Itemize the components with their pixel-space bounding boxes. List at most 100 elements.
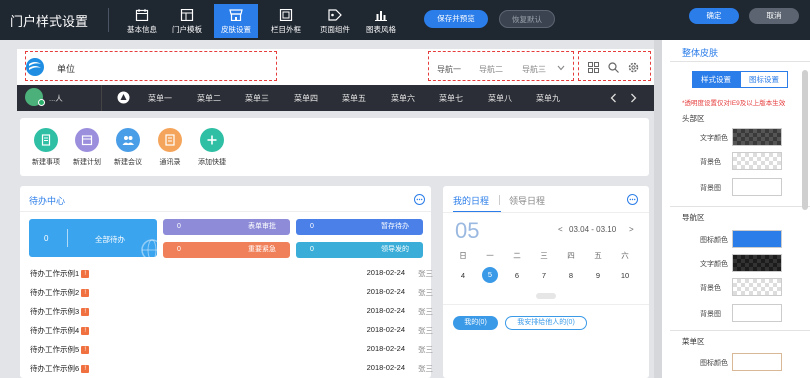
header-bg-color-swatch[interactable] bbox=[732, 152, 782, 170]
toolbar-label: 门户模板 bbox=[172, 25, 202, 34]
toolbar-label: 栏目外框 bbox=[271, 25, 301, 34]
row-user: 张三 bbox=[418, 364, 433, 373]
field-label: 图标颜色 bbox=[700, 360, 728, 367]
menu-item-6[interactable]: 菜单六 bbox=[391, 93, 415, 104]
toolbar-basic-info[interactable]: 基本信息 bbox=[120, 4, 164, 38]
row-user: 张三 bbox=[418, 288, 433, 297]
menu-item-2[interactable]: 菜单二 bbox=[197, 93, 221, 104]
contacts-icon bbox=[158, 128, 182, 152]
calendar-day[interactable]: 7 bbox=[536, 271, 552, 280]
calendar-day[interactable]: 8 bbox=[563, 271, 579, 280]
my-schedule-button[interactable]: 我的(0) bbox=[453, 316, 498, 330]
toolbar-portal-template[interactable]: 门户模板 bbox=[165, 4, 209, 38]
table-row[interactable]: 待办工作示例4! 2018-02-24 张三 bbox=[30, 325, 435, 337]
edit-region-nav[interactable] bbox=[428, 51, 574, 81]
calendar-day[interactable]: 4 bbox=[455, 271, 471, 280]
table-row[interactable]: 待办工作示例3! 2018-02-24 张三 bbox=[30, 306, 435, 318]
chevron-right-icon[interactable] bbox=[630, 93, 637, 103]
todo-title: 待办中心 bbox=[29, 196, 66, 206]
week-next[interactable]: > bbox=[629, 225, 634, 234]
toolbar-chart-style[interactable]: 图表风格 bbox=[359, 4, 403, 38]
confirm-button[interactable]: 确定 bbox=[689, 8, 739, 24]
menu-item-1[interactable]: 菜单一 bbox=[148, 93, 172, 104]
divider bbox=[20, 211, 431, 212]
header-text-color-swatch[interactable] bbox=[732, 128, 782, 146]
table-row[interactable]: 待办工作示例6! 2018-02-24 张三 bbox=[30, 363, 435, 375]
divider bbox=[67, 229, 68, 247]
toolbar-label: 皮肤设置 bbox=[221, 25, 251, 34]
nav-bg-color-swatch[interactable] bbox=[732, 278, 782, 296]
tab-style-settings[interactable]: 样式设置 bbox=[692, 71, 740, 88]
row-date: 2018-02-24 bbox=[366, 306, 405, 315]
row-date: 2018-02-24 bbox=[366, 363, 405, 372]
weekday-label: 三 bbox=[540, 251, 548, 260]
stat-urgent[interactable]: 0 重要紧急 bbox=[163, 242, 290, 258]
divider bbox=[443, 212, 649, 213]
header-bg-image-picker[interactable] bbox=[732, 178, 782, 196]
more-icon[interactable] bbox=[414, 194, 425, 205]
nav-text-color-swatch[interactable] bbox=[732, 254, 782, 272]
quick-action-contacts[interactable]: 通讯录 bbox=[150, 128, 190, 167]
online-badge bbox=[38, 99, 45, 106]
menu-item-4[interactable]: 菜单四 bbox=[294, 93, 318, 104]
preview-scrollbar[interactable] bbox=[654, 40, 662, 378]
all-todo-tile[interactable]: 0 全部待办 bbox=[29, 219, 157, 257]
toolbar-label: 图表风格 bbox=[366, 25, 396, 34]
quick-action-new-plan[interactable]: 新建计划 bbox=[67, 128, 107, 167]
menu-item-5[interactable]: 菜单五 bbox=[342, 93, 366, 104]
row-title: 待办工作示例5 bbox=[30, 345, 80, 354]
stat-form-approval[interactable]: 0 表单审批 bbox=[163, 219, 290, 235]
home-icon[interactable] bbox=[117, 91, 130, 104]
row-title: 待办工作示例6 bbox=[30, 364, 80, 373]
edit-region-tools[interactable] bbox=[578, 51, 651, 81]
calendar-day[interactable]: 10 bbox=[617, 271, 633, 280]
weekday-label: 一 bbox=[486, 251, 494, 260]
calendar-day[interactable]: 6 bbox=[509, 271, 525, 280]
chevron-left-icon[interactable] bbox=[610, 93, 617, 103]
save-preview-button[interactable]: 保存并预览 bbox=[424, 10, 488, 28]
menu-item-9[interactable]: 菜单九 bbox=[536, 93, 560, 104]
week-prev[interactable]: < bbox=[558, 225, 563, 234]
tab-leader-schedule[interactable]: 领导日程 bbox=[509, 194, 545, 207]
divider bbox=[670, 330, 810, 331]
tab-my-schedule[interactable]: 我的日程 bbox=[453, 194, 489, 207]
quick-action-new-meeting[interactable]: 新建会议 bbox=[108, 128, 148, 167]
table-row[interactable]: 待办工作示例2! 2018-02-24 张三 bbox=[30, 287, 435, 299]
tab-icon-settings[interactable]: 图标设置 bbox=[740, 71, 788, 88]
stat-saved-todo[interactable]: 0 暂存待办 bbox=[296, 219, 423, 235]
row-title: 待办工作示例2 bbox=[30, 288, 80, 297]
menu-item-7[interactable]: 菜单七 bbox=[439, 93, 463, 104]
panel-scrollbar[interactable] bbox=[802, 70, 808, 210]
calendar-day-selected[interactable]: 5 bbox=[482, 267, 498, 283]
row-user: 张三 bbox=[418, 269, 433, 278]
plus-icon bbox=[200, 128, 224, 152]
row-title: 待办工作示例1 bbox=[30, 269, 80, 278]
menu-item-3[interactable]: 菜单三 bbox=[245, 93, 269, 104]
menu-item-8[interactable]: 菜单八 bbox=[488, 93, 512, 104]
arranged-schedule-button[interactable]: 我安排给他人的(0) bbox=[505, 316, 587, 330]
toolbar-skin-settings[interactable]: 皮肤设置 bbox=[214, 4, 258, 38]
row-tag: ! bbox=[81, 365, 90, 374]
field-label: 背景图 bbox=[700, 311, 721, 318]
nav-icon-color-swatch[interactable] bbox=[732, 230, 782, 248]
quick-action-add-shortcut[interactable]: 添加快捷 bbox=[192, 128, 232, 167]
quick-action-label: 新建会议 bbox=[114, 159, 142, 166]
toolbar-divider bbox=[108, 8, 109, 32]
menu-icon-color-swatch[interactable] bbox=[732, 353, 782, 371]
weekday-label: 日 bbox=[459, 251, 467, 260]
table-row[interactable]: 待办工作示例1! 2018-02-24 张三 bbox=[30, 268, 435, 280]
more-icon[interactable] bbox=[627, 194, 638, 205]
user-name[interactable]: ...人 bbox=[49, 93, 63, 104]
toolbar-column-frame[interactable]: 栏目外框 bbox=[264, 4, 308, 38]
calendar-day[interactable]: 9 bbox=[590, 271, 606, 280]
table-row[interactable]: 待办工作示例5! 2018-02-24 张三 bbox=[30, 344, 435, 356]
stat-count: 0 bbox=[177, 246, 181, 253]
cancel-button[interactable]: 取消 bbox=[749, 8, 799, 24]
toolbar-page-components[interactable]: 页面组件 bbox=[313, 4, 357, 38]
restore-default-button[interactable]: 恢复默认 bbox=[499, 10, 555, 28]
edit-region-logo[interactable] bbox=[25, 51, 277, 81]
nav-bg-image-picker[interactable] bbox=[732, 304, 782, 322]
quick-action-new-item[interactable]: 新建事项 bbox=[26, 128, 66, 167]
stat-from-leader[interactable]: 0 领导发的 bbox=[296, 242, 423, 258]
calendar-collapse-handle[interactable] bbox=[536, 293, 556, 299]
